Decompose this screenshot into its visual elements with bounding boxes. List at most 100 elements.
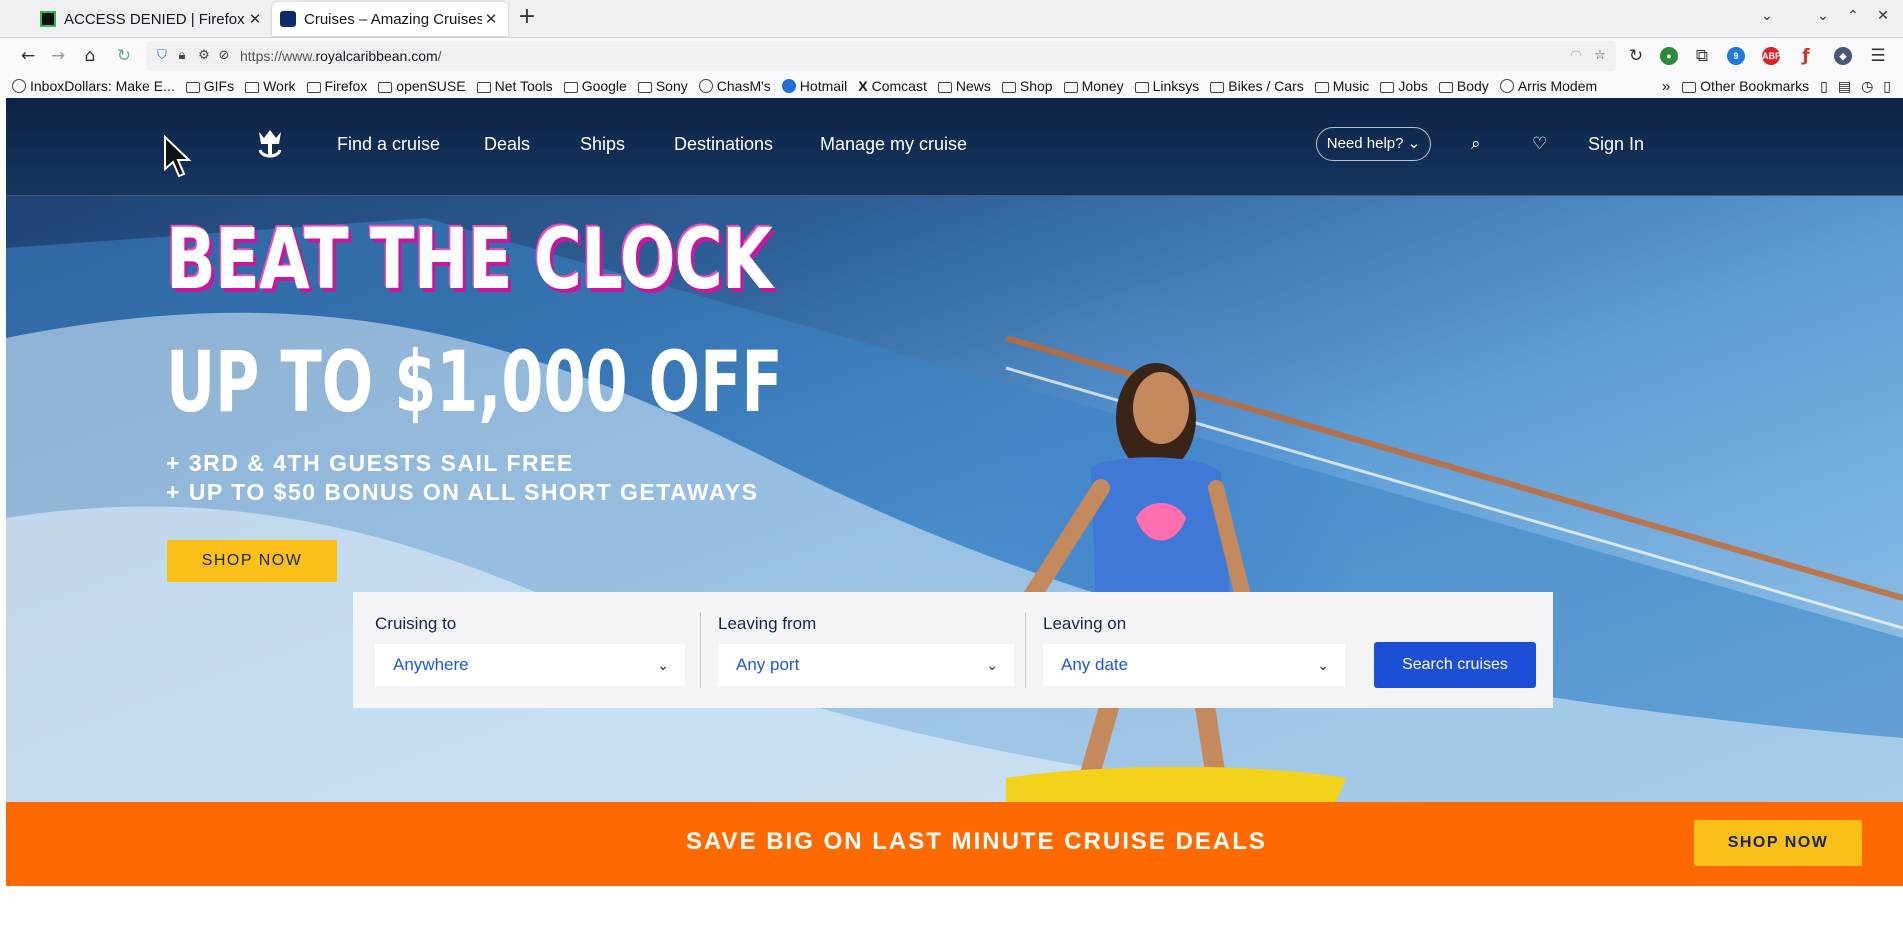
hero-headline: BEAT THE CLOCK — [166, 210, 773, 308]
close-tab-icon[interactable]: ✕ — [246, 10, 264, 28]
search-cruises-button[interactable]: Search cruises — [1374, 642, 1536, 688]
sync-icon[interactable]: ↻ — [112, 44, 136, 68]
history-clock-icon[interactable]: ◷ — [1861, 78, 1873, 95]
folder-icon — [306, 81, 321, 93]
folder-icon — [1380, 81, 1395, 93]
sidebar-icon[interactable]: ▯ — [1820, 78, 1828, 95]
lock-icon[interactable]: 🔒︎ — [174, 48, 190, 64]
other-bookmarks[interactable]: Other Bookmarks — [1682, 78, 1809, 94]
bookmark-money[interactable]: Money — [1063, 78, 1124, 94]
browser-tab-strip: ACCESS DENIED | Firefox Sup ✕ Cruises – … — [0, 0, 1903, 38]
chevron-down-icon: ⌄ — [1317, 657, 1329, 673]
leaving-on-select[interactable]: Any date ⌄ — [1043, 644, 1345, 686]
need-help-label: Need help? — [1326, 135, 1404, 152]
tab-royal-caribbean[interactable]: Cruises – Amazing Cruises ar ✕ — [272, 2, 508, 36]
minimize-icon[interactable]: ⌄ — [1812, 8, 1834, 28]
search-icon[interactable]: ⌕ — [1471, 134, 1481, 154]
heart-favorites-icon[interactable]: ♡ — [1532, 134, 1547, 154]
bookmark-music[interactable]: Music — [1314, 78, 1369, 94]
home-icon[interactable]: ⌂ — [78, 44, 102, 68]
bookmark-chasms[interactable]: ChasM's — [698, 78, 771, 94]
bookmark-net-tools[interactable]: Net Tools — [476, 78, 553, 94]
url-bar[interactable]: ⛉ 🔒︎ ⚙ ⊘ https://www.royalcaribbean.com/… — [146, 41, 1616, 71]
bookmark-jobs[interactable]: Jobs — [1380, 78, 1428, 94]
close-tab-icon[interactable]: ✕ — [482, 10, 500, 28]
folder-icon — [378, 81, 393, 93]
profile-icon[interactable]: ◆ — [1834, 47, 1852, 65]
sign-in-link[interactable]: Sign In — [1588, 134, 1644, 155]
browser-toolbar: ← → ⌂ ↻ ⛉ 🔒︎ ⚙ ⊘ https://www.royalcaribb… — [0, 38, 1903, 74]
cruise-search-panel: Cruising to Anywhere ⌄ Leaving from Any … — [353, 592, 1553, 708]
extension-green-icon[interactable]: ● — [1660, 47, 1678, 65]
cruising-to-label: Cruising to — [375, 614, 457, 633]
close-window-icon[interactable]: ✕ — [1872, 8, 1894, 28]
permissions-icon[interactable]: ⚙ — [196, 48, 212, 64]
bookmark-sony[interactable]: Sony — [637, 78, 688, 94]
globe-icon — [12, 79, 26, 93]
bookmark-shop[interactable]: Shop — [1001, 78, 1053, 94]
bookmark-hotmail[interactable]: Hotmail — [781, 78, 847, 94]
bookmark-page-icon[interactable]: ▯ — [1883, 78, 1891, 95]
tab-favicon — [280, 11, 296, 27]
chevron-right-icon[interactable]: » — [1662, 78, 1670, 95]
reload-icon[interactable]: ↻ — [1624, 44, 1648, 68]
reader-icon[interactable]: ◠ — [1568, 48, 1584, 64]
bookmark-body[interactable]: Body — [1438, 78, 1489, 94]
hero-shop-now-button[interactable]: SHOP NOW — [167, 540, 337, 582]
back-icon[interactable]: ← — [16, 44, 40, 68]
folder-icon — [937, 81, 952, 93]
bookmark-arris-modem[interactable]: Arris Modem — [1499, 78, 1597, 94]
bookmark-news[interactable]: News — [937, 78, 991, 94]
promo-line-guests: + 3RD & 4TH GUESTS SAIL FREE — [166, 450, 574, 476]
nav-ships[interactable]: Ships — [580, 134, 625, 155]
bookmark-firefox[interactable]: Firefox — [306, 78, 367, 94]
folder-icon — [1314, 81, 1329, 93]
bookmark-inboxdollars[interactable]: InboxDollars: Make E... — [12, 78, 175, 94]
folder-icon — [476, 81, 491, 93]
extension-badge-icon[interactable]: 9 — [1727, 47, 1745, 65]
leaving-from-select[interactable]: Any port ⌄ — [718, 644, 1014, 686]
bookmark-work[interactable]: Work — [245, 78, 296, 94]
bookmarks-overflow-area: » Other Bookmarks ▯ ▤ ◷ ▯ — [1662, 74, 1891, 98]
menu-icon[interactable]: ☰ — [1866, 44, 1890, 68]
shield-icon[interactable]: ⛉ — [154, 48, 170, 64]
promo-line-bonus: + UP TO $50 BONUS ON ALL SHORT GETAWAYS — [166, 479, 759, 505]
new-tab-button[interactable]: + — [516, 6, 538, 30]
cruising-to-select[interactable]: Anywhere ⌄ — [375, 644, 685, 686]
mouse-cursor-icon — [164, 135, 192, 178]
royal-caribbean-crown-anchor-icon[interactable] — [256, 128, 284, 160]
nav-find-a-cruise[interactable]: Find a cruise — [337, 134, 440, 155]
leaving-from-value: Any port — [736, 655, 800, 674]
banner-shop-now-button[interactable]: SHOP NOW — [1694, 820, 1862, 866]
tracking-icon[interactable]: ⊘ — [216, 48, 232, 64]
tab-access-denied[interactable]: ACCESS DENIED | Firefox Sup ✕ — [32, 2, 272, 36]
flash-icon[interactable]: ƒ — [1794, 44, 1818, 68]
nav-manage-my-cruise[interactable]: Manage my cruise — [820, 134, 967, 155]
need-help-dropdown[interactable]: Need help? ⌄ — [1316, 127, 1431, 161]
folder-icon — [185, 81, 200, 93]
bookmark-bikes-cars[interactable]: Bikes / Cars — [1210, 78, 1304, 94]
folder-icon — [1210, 81, 1225, 93]
tab-favicon — [40, 11, 56, 27]
extensions-puzzle-icon[interactable]: ⧉ — [1690, 44, 1714, 68]
list-all-tabs-icon[interactable]: ⌄ — [1756, 8, 1778, 28]
url-text[interactable]: https://www.royalcaribbean.com/ — [240, 48, 442, 64]
bookmarks-bar: InboxDollars: Make E... GIFs Work Firefo… — [0, 74, 1903, 98]
adblock-plus-icon[interactable]: ABP — [1762, 47, 1781, 65]
bookmark-gifs[interactable]: GIFs — [185, 78, 234, 94]
nav-destinations[interactable]: Destinations — [674, 134, 773, 155]
field-divider — [700, 612, 701, 688]
library-icon[interactable]: ▤ — [1838, 78, 1851, 95]
bookmark-opensuse[interactable]: openSUSE — [378, 78, 466, 94]
tab-title: ACCESS DENIED | Firefox Sup — [64, 10, 246, 28]
forward-icon[interactable]: → — [46, 44, 70, 68]
nav-deals[interactable]: Deals — [484, 134, 530, 155]
banner-text: SAVE BIG ON LAST MINUTE CRUISE DEALS — [686, 828, 1267, 855]
maximize-icon[interactable]: ⌃ — [1842, 8, 1864, 28]
bookmark-star-icon[interactable]: ☆ — [1592, 48, 1608, 64]
bookmark-google[interactable]: Google — [563, 78, 627, 94]
bookmark-comcast[interactable]: X Comcast — [858, 78, 927, 94]
bookmark-linksys[interactable]: Linksys — [1134, 78, 1199, 94]
hero-section: Find a cruise Deals Ships Destinations M… — [6, 98, 1903, 802]
outlook-icon — [781, 79, 796, 93]
